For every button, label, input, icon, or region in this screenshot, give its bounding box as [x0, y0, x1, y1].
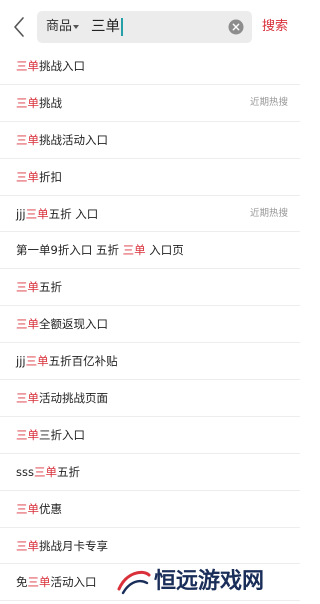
suggestion-highlight: 三单 [16, 538, 39, 553]
suggestion-text: jjj [16, 206, 26, 221]
suggestion-highlight: 三单 [16, 59, 39, 73]
suggestion-highlight: 三单 [16, 391, 39, 406]
suggestion-text: 五折 [56, 464, 80, 479]
watermark-text: 恒远游戏网 [154, 568, 265, 594]
suggestion-text: 五折 [39, 280, 62, 295]
watermark-logo-icon [117, 570, 151, 595]
suggestion-text: 免 [16, 575, 28, 590]
back-button[interactable] [9, 13, 31, 41]
chevron-left-icon [14, 17, 24, 37]
suggestion-text: 挑战 [39, 95, 62, 110]
suggestion-highlight: 三单 [25, 206, 49, 221]
suggestion-text: 优惠 [39, 501, 62, 516]
suggestion-highlight: 三单 [16, 280, 39, 295]
suggestion-item[interactable]: 三单挑战月卡专享 [0, 528, 300, 565]
suggestion-item[interactable]: sss三单五折 [0, 454, 300, 491]
caret-down-icon[interactable] [73, 25, 79, 29]
search-box[interactable]: 商品 三单 [37, 11, 252, 43]
suggestion-item[interactable]: 三单活动挑战页面 [0, 380, 300, 417]
watermark: 恒远游戏网 [116, 563, 296, 599]
suggestion-text: jjj [16, 354, 26, 369]
suggestion-text: 三折入口 [39, 427, 85, 442]
suggestion-list: 三单挑战入口 三单挑战 近期热搜 三单挑战活动入口 三单折扣 jjj三单五折 入口 近期热搜… [0, 48, 300, 602]
clear-circle-icon [228, 19, 244, 35]
suggestion-text: 挑战月卡专享 [39, 538, 108, 553]
suggestion-item[interactable]: 三单挑战 近期热搜 [0, 85, 300, 122]
suggestion-text: 五折 入口 [48, 206, 99, 221]
suggestion-highlight: 三单 [27, 575, 51, 590]
suggestion-highlight: 三单 [16, 317, 39, 332]
suggestion-highlight: 三单 [33, 464, 57, 479]
suggestion-text: 挑战活动入口 [39, 132, 108, 147]
category-selector[interactable]: 商品 [46, 11, 72, 43]
suggestion-item[interactable]: 三单挑战入口 [0, 48, 300, 85]
suggestion-text: 活动入口 [50, 575, 97, 590]
suggestion-text: 挑战入口 [39, 59, 85, 73]
suggestion-item[interactable]: 三单优惠 [0, 491, 300, 528]
suggestion-highlight: 三单 [25, 354, 49, 369]
suggestion-text: 折扣 [39, 169, 62, 184]
search-input[interactable]: 三单 [91, 11, 120, 43]
suggestion-item[interactable]: jjj三单五折百亿补贴 [0, 343, 300, 381]
suggestion-item[interactable]: 三单折扣 [0, 159, 300, 196]
suggestion-item[interactable]: 第一单9折入口 五折 三单 入口页 [0, 232, 300, 270]
suggestion-text: 全额返现入口 [39, 317, 108, 332]
suggestion-item[interactable]: 三单挑战活动入口 [0, 122, 300, 159]
hot-search-tag: 近期热搜 [249, 96, 288, 108]
suggestion-item[interactable]: 三单全额返现入口 [0, 306, 300, 344]
suggestion-highlight: 三单 [16, 132, 39, 147]
suggestion-item[interactable]: 三单五折 [0, 269, 300, 307]
search-button[interactable]: 搜索 [262, 11, 288, 43]
suggestion-text: 第一单9折入口 五折 [16, 243, 123, 258]
suggestion-highlight: 三单 [16, 427, 39, 442]
suggestion-highlight: 三单 [16, 95, 39, 110]
suggestion-item[interactable]: 三单三折入口 [0, 417, 300, 454]
hot-search-tag: 近期热搜 [249, 207, 288, 219]
suggestion-highlight: 三单 [16, 501, 39, 516]
suggestion-highlight: 三单 [16, 169, 39, 184]
clear-button[interactable] [228, 19, 244, 35]
suggestion-highlight: 三单 [122, 243, 146, 258]
suggestion-text: 入口页 [145, 243, 184, 258]
suggestion-text: sss [16, 464, 34, 479]
text-cursor [121, 18, 123, 36]
suggestion-text: 活动挑战页面 [39, 391, 108, 406]
suggestion-item[interactable]: jjj三单五折 入口 近期热搜 [0, 196, 300, 233]
search-header: 商品 三单 搜索 [0, 0, 300, 54]
suggestion-text: 五折百亿补贴 [48, 354, 118, 369]
